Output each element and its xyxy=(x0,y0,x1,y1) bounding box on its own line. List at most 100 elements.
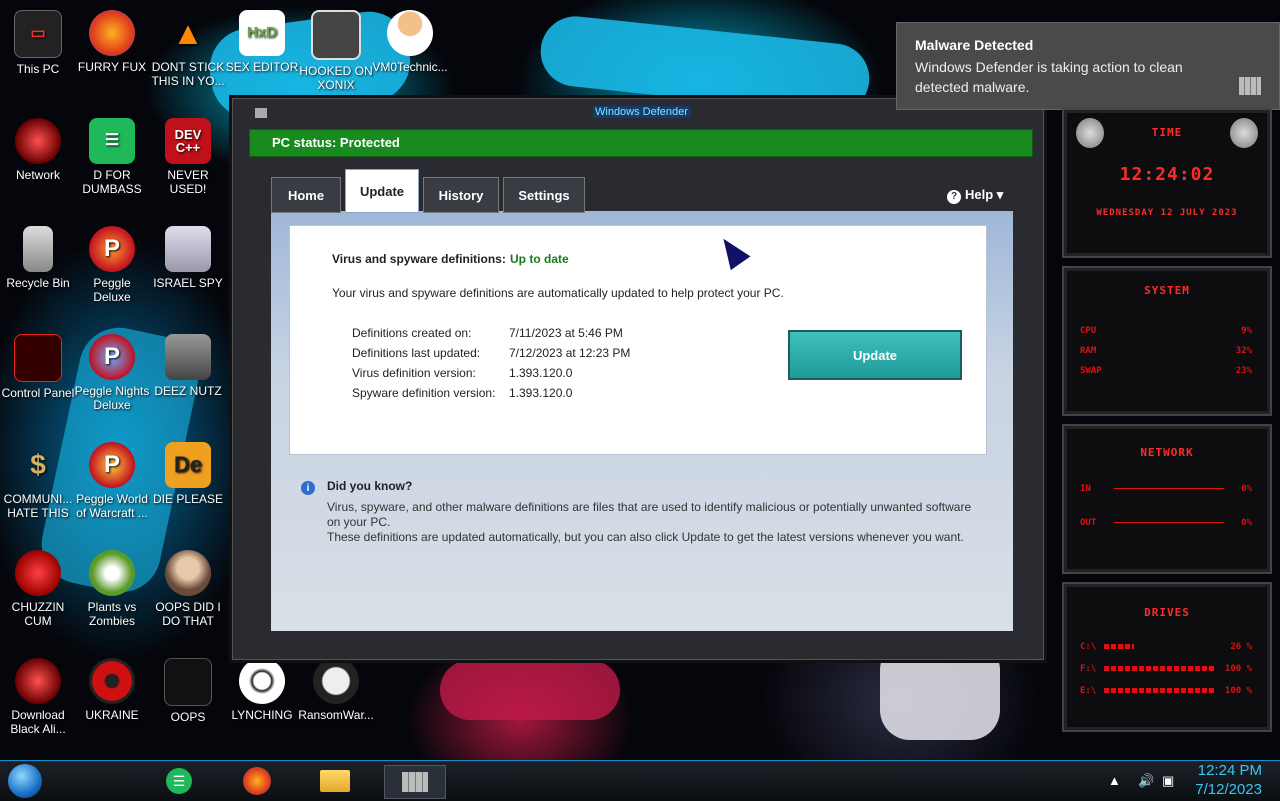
desktop-icon-deez-nutz[interactable]: DEEZ NUTZ xyxy=(150,334,226,398)
icon-label: Peggle Deluxe xyxy=(93,276,131,304)
alien-icon xyxy=(15,658,61,704)
taskbar-firefox[interactable] xyxy=(240,765,274,797)
portrait-icon xyxy=(165,550,211,596)
icon-label: DONT STICK THIS IN YO... xyxy=(151,60,225,88)
defender-window[interactable]: Windows Defender PC status: Protected Ho… xyxy=(232,98,1044,660)
desktop-icon-ukraine[interactable]: UKRAINE xyxy=(74,658,150,722)
notification-body: Windows Defender is taking action to cle… xyxy=(915,59,1183,95)
desktop-icon-this-pc[interactable]: ▭ This PC xyxy=(0,10,76,76)
desktop-icon-communi[interactable]: $ COMMUNI... HATE THIS xyxy=(0,442,76,521)
xonix-icon xyxy=(311,10,361,60)
taskbar: ☰ ▲ 🔊 ▣ 12:24 PM 7/12/2023 xyxy=(0,760,1280,801)
desktop-icon-d-for-dumbass[interactable]: ☰ D FOR DUMBASS xyxy=(74,118,150,196)
noose-icon xyxy=(239,658,285,704)
hxd-icon: HxD xyxy=(239,10,285,56)
desktop-icon-die-please[interactable]: De DIE PLEASE xyxy=(150,442,226,506)
desktop-icon-peggle-deluxe[interactable]: P Peggle Deluxe xyxy=(74,226,150,304)
icon-label: Network xyxy=(15,168,60,182)
wallpaper-brush xyxy=(440,660,620,720)
icon-label: Download Black Ali... xyxy=(10,708,66,736)
tab-settings[interactable]: Settings xyxy=(503,177,585,213)
die-icon-text: De xyxy=(173,452,203,477)
desktop-icon-peggle-nights[interactable]: P Peggle Nights Deluxe xyxy=(74,334,150,412)
desktop-icon-ransomware[interactable]: RansomWar... xyxy=(298,658,374,722)
icon-label: UKRAINE xyxy=(85,708,139,722)
control-panel-icon xyxy=(14,334,62,382)
icon-label: Recycle Bin xyxy=(6,276,70,290)
flower-icon xyxy=(89,550,135,596)
cpu-label: CPU xyxy=(1080,326,1097,336)
icon-label: VM0Technic... xyxy=(372,60,448,74)
help-menu[interactable]: ? Help ▾ xyxy=(947,187,1003,204)
help-icon: ? xyxy=(947,190,961,204)
desktop-icon-download-black[interactable]: Download Black Ali... xyxy=(0,658,76,736)
desktop-icon-dont-stick[interactable]: ▲ DONT STICK THIS IN YO... xyxy=(150,10,226,88)
update-button[interactable]: Update xyxy=(788,330,962,380)
die-icon: De xyxy=(165,442,211,488)
drive-label: C:\ xyxy=(1080,642,1097,652)
icon-label: Plants vs Zombies xyxy=(87,600,137,628)
defender-app-icon xyxy=(255,108,267,118)
chuzzle-icon xyxy=(15,550,61,596)
desktop-icon-oops-did-i[interactable]: OOPS DID I DO THAT xyxy=(150,550,226,628)
net-in-graph xyxy=(1114,488,1224,489)
time-widget: TIME 12:24:02 WEDNESDAY 12 JULY 2023 xyxy=(1062,108,1272,258)
drives-heading: DRIVES xyxy=(1144,606,1190,619)
net-out-graph xyxy=(1114,522,1224,523)
taskbar-sheets-app[interactable]: ☰ xyxy=(162,765,196,797)
network-status-icon[interactable]: ▣ xyxy=(1162,773,1174,789)
desktop-icon-chuzzin-cum[interactable]: CHUZZIN CUM xyxy=(0,550,76,628)
volume-icon[interactable]: 🔊 xyxy=(1138,773,1154,789)
net-in-value: 0% xyxy=(1241,484,1252,494)
taskbar-date[interactable]: 7/12/2023 xyxy=(1195,781,1262,798)
desktop-icon-peggle-wow[interactable]: P Peggle World of Warcraft ... xyxy=(74,442,150,520)
definitions-description: Your virus and spyware definitions are a… xyxy=(332,286,784,300)
update-button-label: Update xyxy=(852,347,898,363)
network-heading: NETWORK xyxy=(1140,446,1194,459)
desktop-icon-recycle-bin[interactable]: Recycle Bin xyxy=(0,226,76,290)
drive-bar xyxy=(1104,688,1214,693)
stack-icon xyxy=(165,334,211,380)
tab-update[interactable]: Update xyxy=(345,169,419,213)
peggle-wow-icon: P xyxy=(89,442,135,488)
vlc-cone-icon: ▲ xyxy=(172,15,204,51)
desktop-icon-oops[interactable]: OOPS xyxy=(150,658,226,724)
info-key: Definitions created on: xyxy=(352,326,472,340)
taskbar-time[interactable]: 12:24 PM xyxy=(1198,762,1262,779)
desktop-icon-israel-spy[interactable]: ISRAEL SPY xyxy=(150,226,226,290)
icon-label: DEEZ NUTZ xyxy=(154,384,222,398)
icon-label: This PC xyxy=(16,62,60,76)
desktop-icon-sex-editor[interactable]: HxD SEX EDITOR xyxy=(224,10,300,74)
desktop-icon-furry-fux[interactable]: FURRY FUX xyxy=(74,10,150,74)
time-display: 12:24:02 xyxy=(1119,164,1215,185)
firefox-icon xyxy=(243,767,271,795)
taskbar-defender[interactable] xyxy=(384,765,446,799)
ram-value: 32% xyxy=(1235,346,1252,356)
folder-icon xyxy=(320,770,350,792)
desktop-icon-network[interactable]: Network xyxy=(0,118,76,182)
tab-home[interactable]: Home xyxy=(271,177,341,213)
pc-status-bar: PC status: Protected xyxy=(249,129,1033,157)
update-panel: Virus and spyware definitions: Up to dat… xyxy=(289,225,987,455)
show-hidden-icons[interactable]: ▲ xyxy=(1108,773,1121,788)
desktop-icon-control-panel[interactable]: Control Panel xyxy=(0,334,76,400)
pc-status-text: PC status: Protected xyxy=(272,135,400,150)
desktop-icon-never-used[interactable]: DEV C++ NEVER USED! xyxy=(150,118,226,196)
icon-label: LYNCHING xyxy=(231,708,293,722)
icon-label: ISRAEL SPY xyxy=(153,276,223,290)
desktop-icon-vm0technic[interactable]: VM0Technic... xyxy=(372,10,448,74)
desktop-icon-lynching[interactable]: LYNCHING xyxy=(224,658,300,722)
desktop-icon-plants-vs-zombies[interactable]: Plants vs Zombies xyxy=(74,550,150,628)
doctor-icon xyxy=(387,10,433,56)
info-key: Spyware definition version: xyxy=(352,386,496,400)
taskbar-file-explorer[interactable] xyxy=(318,765,352,797)
desktop-icon-hooked-on-xonix[interactable]: HOOKED ON XONIX xyxy=(298,10,374,92)
did-you-know-title: Did you know? xyxy=(327,479,413,493)
date-display: WEDNESDAY 12 JULY 2023 xyxy=(1096,208,1238,218)
net-out-value: 0% xyxy=(1241,518,1252,528)
spy-app-icon xyxy=(165,226,211,272)
tab-history[interactable]: History xyxy=(423,177,499,213)
malware-notification[interactable]: Malware Detected Windows Defender is tak… xyxy=(896,22,1280,110)
info-value: 7/12/2023 at 12:23 PM xyxy=(509,346,631,360)
start-button[interactable] xyxy=(8,764,42,798)
